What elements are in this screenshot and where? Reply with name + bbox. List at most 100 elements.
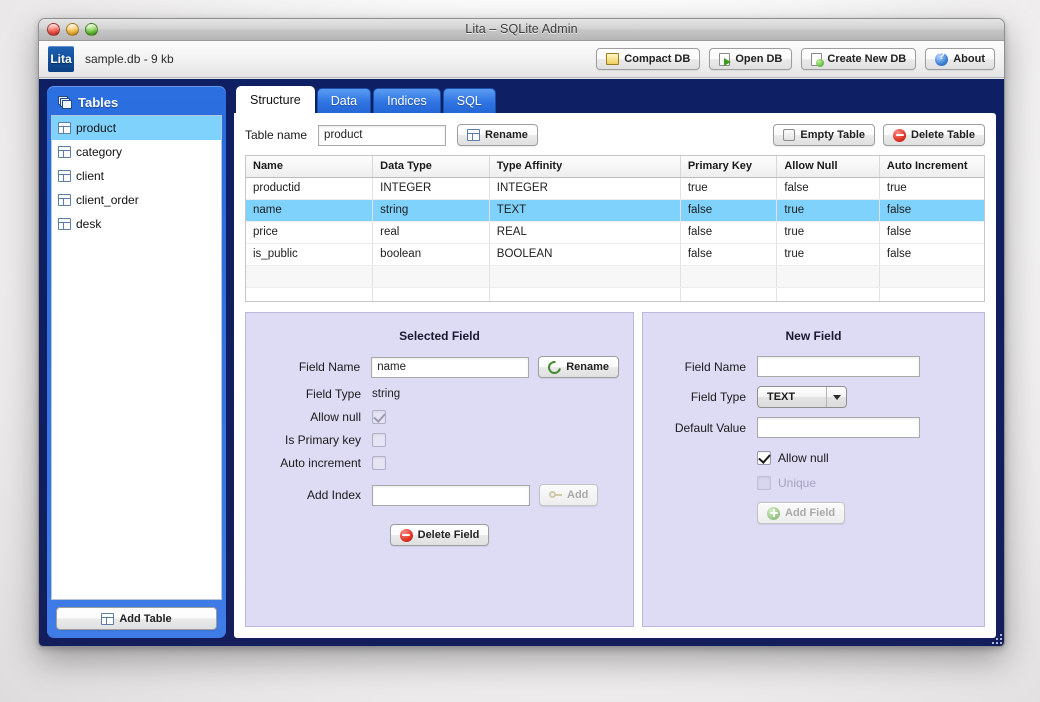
tab-data[interactable]: Data — [316, 88, 372, 113]
open-db-button[interactable]: Open DB — [709, 48, 793, 70]
selected-field-name-row: Field Name Rename — [260, 356, 619, 378]
column-header-primary-key[interactable]: Primary Key — [680, 156, 778, 178]
tab-label: SQL — [456, 94, 482, 108]
cell-auto-increment: false — [879, 221, 984, 244]
columns-grid[interactable]: Name Data Type Type Affinity Primary Key… — [245, 155, 985, 302]
window-title: Lita – SQLite Admin — [465, 22, 578, 36]
column-header-data-type[interactable]: Data Type — [372, 156, 490, 178]
toolbar-actions: Compact DB Open DB Create New DB About — [596, 48, 995, 70]
field-editor-area: Selected Field Field Name Rename Field T… — [245, 312, 985, 627]
table-icon — [58, 194, 71, 206]
compact-db-label: Compact DB — [624, 53, 691, 65]
add-field-button[interactable]: Add Field — [757, 502, 846, 524]
new-unique-row: Unique — [657, 476, 970, 490]
delete-field-button[interactable]: Delete Field — [389, 524, 490, 546]
selected-field-name-input[interactable] — [371, 356, 530, 378]
new-allow-null-checkbox[interactable] — [757, 451, 771, 465]
sidebar-item-label: product — [76, 121, 117, 135]
cell-data-type: INTEGER — [372, 177, 490, 200]
add-table-button[interactable]: Add Table — [56, 607, 217, 630]
table-name-input[interactable] — [318, 124, 447, 146]
add-index-button[interactable]: Add — [539, 484, 599, 506]
selected-field-type-label: Field Type — [305, 387, 361, 401]
table-icon — [58, 146, 71, 158]
table-row[interactable]: is_public boolean BOOLEAN false true fal… — [246, 243, 984, 266]
empty-table-icon — [783, 129, 796, 141]
tab-indices[interactable]: Indices — [373, 88, 441, 113]
new-field-title: New Field — [785, 329, 842, 343]
selected-allow-null-row: Allow null — [260, 410, 619, 424]
app-toolbar: Lita sample.db - 9 kb Compact DB Open DB… — [39, 41, 1004, 78]
table-list[interactable]: product category client client_order des… — [51, 115, 222, 600]
sidebar-item-product[interactable]: product — [52, 116, 221, 140]
rename-table-button[interactable]: Rename — [457, 124, 538, 146]
table-body: productid INTEGER INTEGER true false tru… — [246, 177, 984, 301]
selected-primary-key-checkbox[interactable] — [372, 433, 386, 447]
create-new-db-button[interactable]: Create New DB — [801, 48, 917, 70]
delete-field-icon — [399, 528, 413, 542]
columns-table: Name Data Type Type Affinity Primary Key… — [246, 156, 984, 301]
app-content: Tables product category client client_or… — [39, 79, 1004, 646]
compact-db-button[interactable]: Compact DB — [596, 48, 701, 70]
sidebar-item-desk[interactable]: desk — [52, 212, 221, 236]
sidebar-header: Tables — [51, 90, 222, 115]
column-header-name[interactable]: Name — [246, 156, 374, 178]
new-field-default-label: Default Value — [674, 420, 746, 435]
column-header-type-affinity[interactable]: Type Affinity — [489, 156, 681, 178]
new-allow-null-row: Allow null — [657, 451, 970, 465]
about-icon — [935, 51, 949, 66]
selected-auto-increment-row: Auto increment — [260, 456, 619, 470]
sidebar-item-label: client — [76, 169, 105, 183]
sidebar-item-category[interactable]: category — [52, 140, 221, 164]
sidebar-item-label: desk — [76, 217, 102, 231]
sidebar-item-label: category — [76, 145, 123, 159]
cell-name: productid — [246, 177, 374, 200]
new-field-type-select[interactable]: TEXT — [757, 386, 847, 408]
sidebar-item-client-order[interactable]: client_order — [52, 188, 221, 212]
add-index-input[interactable] — [372, 484, 530, 506]
column-header-allow-null[interactable]: Allow Null — [776, 156, 880, 178]
table-row[interactable]: name string TEXT false true false — [246, 199, 984, 222]
tab-bar: Structure Data Indices SQL — [234, 86, 996, 113]
delete-table-button[interactable]: Delete Table — [883, 124, 985, 146]
cell-allow-null: true — [776, 221, 880, 244]
add-index-label: Add Index — [306, 488, 361, 502]
sidebar-item-label: client_order — [76, 193, 139, 207]
delete-table-label: Delete Table — [911, 129, 975, 141]
cell-data-type: boolean — [372, 243, 490, 266]
cell-name: is_public — [246, 243, 374, 266]
empty-table-button[interactable]: Empty Table — [773, 124, 875, 146]
rename-field-button[interactable]: Rename — [538, 356, 619, 378]
table-header-row: Name Data Type Type Affinity Primary Key… — [246, 156, 984, 178]
table-row-empty — [246, 265, 984, 288]
table-row[interactable]: price real REAL false true false — [246, 221, 984, 244]
sidebar-item-client[interactable]: client — [52, 164, 221, 188]
create-db-icon — [811, 52, 825, 67]
cell-type-affinity: REAL — [489, 221, 681, 244]
column-header-auto-increment[interactable]: Auto Increment — [879, 156, 984, 178]
selected-allow-null-checkbox[interactable] — [372, 410, 386, 424]
selected-field-type-value: string — [372, 388, 401, 400]
tab-sql[interactable]: SQL — [442, 88, 496, 113]
tab-structure[interactable]: Structure — [236, 86, 315, 113]
cell-name: name — [246, 199, 374, 222]
add-table-icon — [101, 612, 115, 625]
new-field-pane: New Field Field Name Field Type TEXT Def… — [642, 312, 985, 627]
open-db-icon — [719, 52, 732, 66]
table-icon — [58, 170, 71, 182]
table-row-empty — [246, 287, 984, 301]
new-field-default-input[interactable] — [757, 417, 920, 438]
cell-type-affinity: TEXT — [489, 199, 681, 222]
new-unique-checkbox[interactable] — [757, 476, 771, 490]
cell-allow-null: true — [776, 243, 880, 266]
about-button[interactable]: About — [925, 48, 995, 70]
structure-panel: Table name Rename Empty Table Dele — [234, 113, 996, 638]
new-field-name-input[interactable] — [757, 356, 920, 377]
resize-handle[interactable] — [989, 631, 1002, 644]
cell-primary-key: false — [680, 199, 778, 222]
about-label: About — [953, 53, 985, 65]
selected-field-type-row: Field Type string — [260, 387, 619, 401]
open-db-label: Open DB — [735, 53, 783, 65]
table-row[interactable]: productid INTEGER INTEGER true false tru… — [246, 177, 984, 200]
selected-auto-increment-checkbox[interactable] — [372, 456, 386, 470]
